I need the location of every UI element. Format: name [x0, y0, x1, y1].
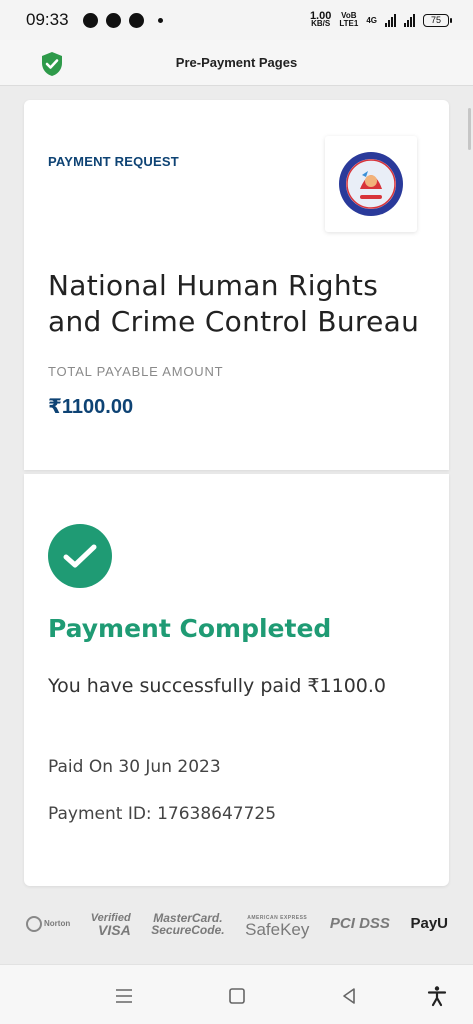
mc-bottom: SecureCode. [151, 923, 225, 937]
status-time: 09:33 [26, 10, 69, 29]
amex-safekey-badge: AMERICAN EXPRESS SafeKey [245, 912, 310, 939]
safekey-label: SafeKey [245, 920, 310, 939]
sync-icon [128, 12, 144, 28]
status-left: 09:33 [26, 10, 163, 30]
menu-icon[interactable] [113, 985, 135, 1007]
status-bar: 09:33 1.00 KB/S VoB LTE1 4G 75 [0, 0, 473, 40]
success-check-icon [48, 524, 112, 588]
signal-icon [385, 13, 396, 27]
payu-logo: PayU [410, 915, 448, 932]
volte-indicator: VoB LTE1 [339, 12, 358, 28]
page-title: Pre-Payment Pages [175, 55, 298, 70]
payment-result-card: Payment Completed You have successfully … [24, 474, 449, 886]
net-speed: 1.00 KB/S [310, 11, 331, 28]
signal-2-icon [404, 13, 415, 27]
trust-badges: Norton Verified VISA MasterCard. SecureC… [26, 906, 448, 942]
total-amount-value: ₹1100.00 [48, 396, 134, 418]
payment-id: Payment ID: 17638647725 [48, 804, 277, 824]
success-message: You have successfully paid ₹1100.0 [48, 675, 386, 697]
battery-level: 75 [430, 14, 441, 25]
organization-name: National Human Rights and Crime Control … [48, 268, 428, 340]
home-icon[interactable] [226, 985, 248, 1007]
norton-check-icon [26, 916, 42, 932]
norton-label: Norton [44, 919, 71, 928]
org-name-line2: and Crime Control Bureau [48, 305, 420, 338]
page-header: Pre-Payment Pages [0, 40, 473, 86]
visa-bottom: VISA [98, 922, 131, 938]
network-type: 4G [366, 15, 377, 25]
back-icon[interactable] [338, 985, 360, 1007]
notification-dot-icon [157, 17, 163, 23]
payment-request-label: PAYMENT REQUEST [48, 154, 179, 169]
org-seal-icon [339, 152, 403, 216]
mastercard-securecode-badge: MasterCard. SecureCode. [151, 912, 224, 936]
volte-bottom: LTE1 [339, 19, 359, 28]
battery-icon: 75 [423, 13, 452, 27]
paid-on-date: Paid On 30 Jun 2023 [48, 757, 221, 777]
payment-completed-title: Payment Completed [48, 614, 332, 643]
total-amount-label: TOTAL PAYABLE AMOUNT [48, 364, 224, 379]
scrollbar[interactable] [468, 108, 471, 150]
messenger-icon [105, 12, 121, 28]
pci-dss-badge: PCI DSS [329, 915, 390, 932]
org-name-line1: National Human Rights [48, 269, 379, 302]
status-right: 1.00 KB/S VoB LTE1 4G 75 [310, 11, 452, 28]
payment-request-card: PAYMENT REQUEST National Human Rights an… [24, 100, 449, 470]
org-logo [325, 136, 417, 232]
whatsapp-icon [82, 12, 98, 28]
norton-badge: Norton [26, 916, 70, 932]
verified-visa-badge: Verified VISA [91, 912, 131, 938]
accessibility-icon[interactable] [426, 985, 448, 1007]
net-speed-unit: KB/S [311, 19, 331, 28]
system-navigation-bar [0, 964, 473, 1024]
